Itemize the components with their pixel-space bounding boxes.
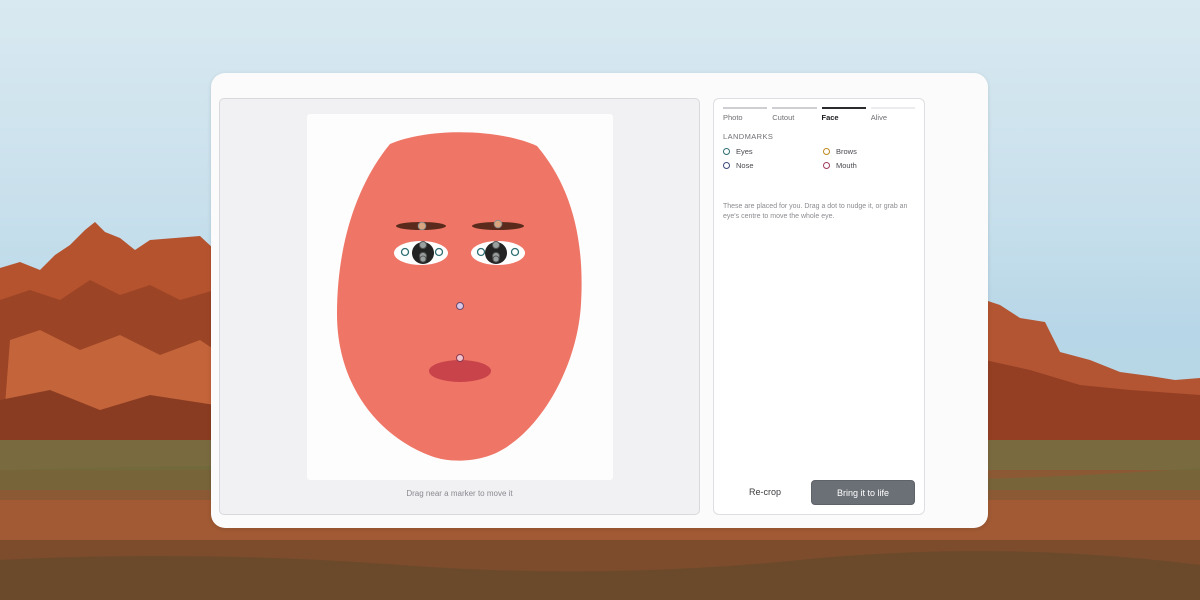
nose-dot-icon [723, 162, 730, 169]
legend-eyes: Eyes [723, 147, 823, 156]
brow-marker[interactable] [493, 219, 503, 229]
tab-cutout[interactable]: Cutout [772, 107, 817, 125]
face-drawing [337, 132, 582, 461]
canvas-pane: Drag near a marker to move it [219, 98, 700, 515]
mouth [429, 360, 491, 382]
brows-dot-icon [823, 148, 830, 155]
recrop-button[interactable]: Re-crop [724, 480, 806, 504]
legend-label: Nose [736, 161, 754, 170]
eye-corner-marker[interactable] [510, 247, 520, 257]
landmarks-panel: Photo Cutout Face Alive LANDMARKS Eyes B… [713, 98, 925, 515]
face-shape [337, 132, 582, 461]
bring-to-life-button[interactable]: Bring it to life [811, 480, 915, 505]
eye-corner-marker[interactable] [434, 247, 444, 257]
mouth-dot-icon [823, 162, 830, 169]
landmarks-legend: Eyes Brows Nose Mouth [723, 147, 919, 170]
landmarks-heading: LANDMARKS [723, 132, 774, 141]
canvas-hint: Drag near a marker to move it [406, 489, 513, 498]
brow-marker[interactable] [417, 221, 427, 231]
legend-nose: Nose [723, 161, 823, 170]
legend-brows: Brows [823, 147, 919, 156]
eye-center-marker[interactable] [419, 255, 427, 263]
eye-corner-marker[interactable] [400, 247, 410, 257]
eyes-dot-icon [723, 148, 730, 155]
step-tabs: Photo Cutout Face Alive [723, 107, 915, 125]
legend-label: Brows [836, 147, 857, 156]
tab-photo[interactable]: Photo [723, 107, 768, 125]
tab-face[interactable]: Face [821, 107, 866, 125]
eye-corner-marker[interactable] [476, 247, 486, 257]
face-canvas[interactable] [307, 114, 613, 480]
face-editor-dialog: Drag near a marker to move it Photo Cuto… [211, 73, 988, 528]
legend-mouth: Mouth [823, 161, 919, 170]
landmarks-help-text: These are placed for you. Drag a dot to … [723, 203, 908, 220]
tab-alive[interactable]: Alive [870, 107, 915, 125]
mouth-marker[interactable] [456, 354, 464, 362]
legend-label: Eyes [736, 147, 753, 156]
eye-center-marker[interactable] [492, 241, 500, 249]
legend-label: Mouth [836, 161, 857, 170]
eye-center-marker[interactable] [492, 255, 500, 263]
eye-center-marker[interactable] [419, 241, 427, 249]
nose-marker[interactable] [456, 302, 464, 310]
